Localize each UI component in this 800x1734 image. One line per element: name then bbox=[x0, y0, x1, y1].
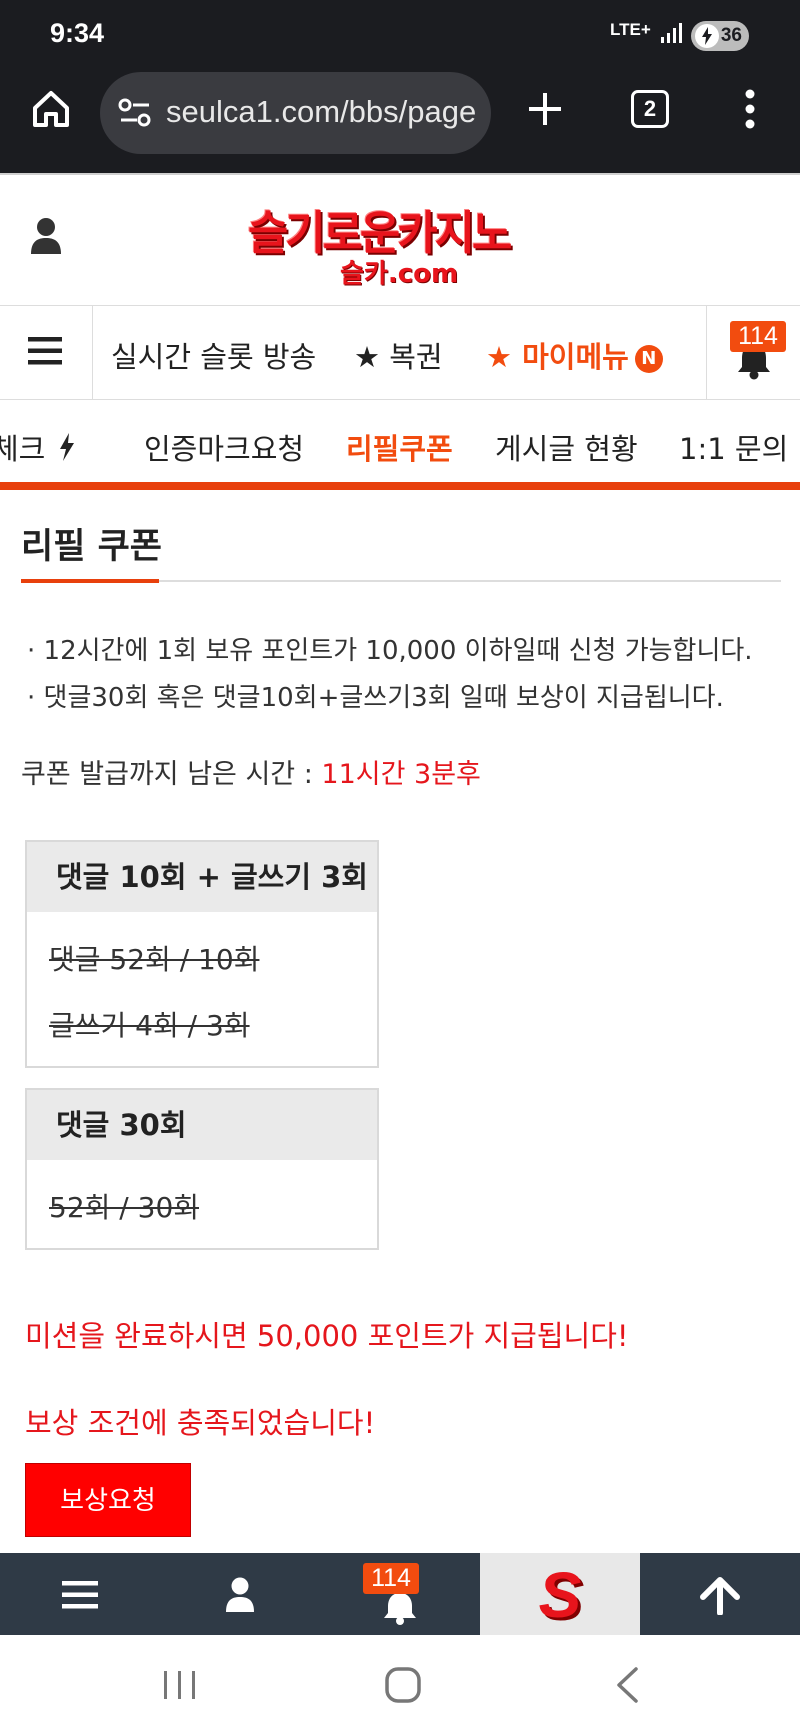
site-settings-icon[interactable] bbox=[118, 96, 152, 130]
signal-icon bbox=[661, 23, 682, 43]
timer-value: 11시간 3분후 bbox=[321, 759, 481, 790]
bottom-logo-button[interactable]: S bbox=[480, 1553, 640, 1635]
sub-nav-item-cert-request[interactable]: 인증마크요청 bbox=[144, 426, 304, 468]
sub-nav-item-refill-coupon[interactable]: 리필쿠폰 bbox=[346, 426, 453, 468]
title-divider-accent bbox=[21, 579, 159, 583]
timer-label: 쿠폰 발급까지 남은 시간 : bbox=[21, 759, 322, 790]
battery-indicator: 36 bbox=[691, 21, 749, 51]
home-nav-icon[interactable] bbox=[384, 1666, 422, 1704]
page-title: 리필 쿠폰 bbox=[21, 527, 162, 567]
rule-line: · 12시간에 1회 보유 포인트가 10,000 이하일때 신청 가능합니다. bbox=[27, 636, 753, 666]
bottom-user-button[interactable] bbox=[160, 1553, 320, 1635]
hamburger-icon bbox=[28, 337, 62, 365]
sub-nav: 체크 인증마크요청 리필쿠폰 게시글 현황 1:1 문의 bbox=[0, 400, 800, 490]
bottom-menu-button[interactable] bbox=[0, 1553, 160, 1635]
browser-toolbar: seulca1.com/bbs/page 2 bbox=[0, 66, 800, 173]
status-bar: 9:34 LTE+ 36 bbox=[0, 0, 800, 66]
mission-notice: 미션을 완료하시면 50,000 포인트가 지급됩니다! bbox=[25, 1319, 629, 1353]
coupon-timer: 쿠폰 발급까지 남은 시간 : 11시간 3분후 bbox=[21, 752, 481, 791]
recent-apps-icon[interactable] bbox=[162, 1669, 198, 1701]
new-badge: N bbox=[634, 345, 663, 373]
address-bar[interactable]: seulca1.com/bbs/page bbox=[100, 72, 491, 154]
bell-icon bbox=[384, 1593, 416, 1625]
user-icon bbox=[226, 1577, 254, 1612]
nav-item-lottery[interactable]: ★ 복권 bbox=[354, 334, 443, 376]
condition-notice: 보상 조건에 충족되었습니다! bbox=[25, 1406, 376, 1440]
status-time: 9:34 bbox=[50, 18, 105, 48]
mission-box-comment-post: 댓글 10회 + 글쓰기 3회 댓글 52회 / 10회 글쓰기 4회 / 3회 bbox=[25, 840, 379, 1068]
mission-progress-posts: 글쓰기 4회 / 3회 bbox=[49, 1009, 250, 1042]
mission-box-comments: 댓글 30회 52회 / 30회 bbox=[25, 1088, 379, 1250]
back-icon[interactable] bbox=[614, 1666, 640, 1704]
sub-nav-item-check[interactable]: 체크 bbox=[0, 426, 76, 468]
network-indicator: LTE+ bbox=[610, 20, 651, 39]
my-menu-label: ★ 마이메뉴 bbox=[486, 340, 629, 374]
site-header: 슬기로운카지노 슬카.com bbox=[0, 173, 800, 306]
notification-count-badge: 114 bbox=[363, 1563, 419, 1594]
mission-progress-comments: 댓글 52회 / 10회 bbox=[49, 943, 260, 976]
notification-button[interactable]: 114 bbox=[706, 306, 800, 399]
rule-line: · 댓글30회 혹은 댓글10회+글쓰기3회 일때 보상이 지급됩니다. bbox=[27, 683, 724, 713]
sub-nav-item-post-status[interactable]: 게시글 현황 bbox=[495, 426, 638, 468]
tab-switcher-button[interactable]: 2 bbox=[631, 90, 669, 128]
logo-sub-text: 슬카.com bbox=[340, 259, 459, 289]
new-tab-icon[interactable] bbox=[524, 88, 566, 130]
mission-progress-comments: 52회 / 30회 bbox=[49, 1191, 200, 1224]
main-nav: 실시간 슬롯 방송 ★ 복권 ★ 마이메뉴 N 114 bbox=[0, 305, 800, 400]
android-nav-bar bbox=[0, 1635, 800, 1734]
bottom-nav: 114 S bbox=[0, 1553, 800, 1635]
home-icon[interactable] bbox=[30, 88, 72, 130]
mission-title: 댓글 10회 + 글쓰기 3회 bbox=[27, 842, 377, 912]
tab-count: 2 bbox=[643, 96, 657, 121]
hamburger-icon bbox=[62, 1581, 98, 1609]
arrow-up-icon bbox=[700, 1577, 740, 1615]
charging-icon bbox=[695, 24, 719, 48]
more-options-icon[interactable] bbox=[738, 86, 762, 132]
nav-item-live-slot[interactable]: 실시간 슬롯 방송 bbox=[111, 334, 316, 376]
bottom-notification-button[interactable]: 114 bbox=[320, 1553, 480, 1635]
mission-title: 댓글 30회 bbox=[27, 1090, 377, 1160]
nav-item-my-menu[interactable]: ★ 마이메뉴 N bbox=[486, 334, 663, 376]
scroll-top-button[interactable] bbox=[640, 1553, 800, 1635]
menu-button[interactable] bbox=[0, 306, 93, 399]
user-icon[interactable] bbox=[30, 217, 62, 255]
sub-nav-item-inquiry[interactable]: 1:1 문의 bbox=[679, 426, 788, 468]
lightning-icon bbox=[59, 433, 74, 461]
bottom-logo: S bbox=[538, 1559, 582, 1631]
claim-reward-button[interactable]: 보상요청 bbox=[25, 1463, 191, 1537]
battery-level: 36 bbox=[720, 25, 742, 46]
url-text[interactable]: seulca1.com/bbs/page bbox=[166, 94, 484, 130]
sub-nav-check-label: 체크 bbox=[0, 432, 46, 466]
notification-count-badge: 114 bbox=[730, 321, 786, 352]
